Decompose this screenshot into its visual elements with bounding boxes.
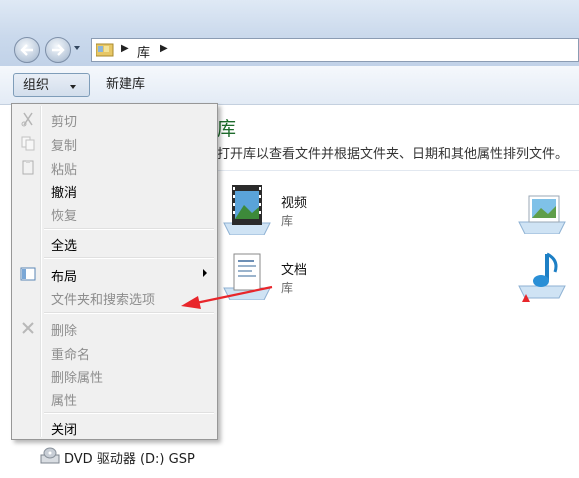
libraries-folder-icon bbox=[96, 43, 114, 57]
back-arrow-icon bbox=[20, 44, 33, 56]
menu-item-paste[interactable]: 粘贴 bbox=[14, 156, 215, 178]
pictures-library-icon bbox=[518, 195, 566, 234]
nav-item-dvd-drive[interactable]: DVD 驱动器 (D:) GSP bbox=[64, 448, 195, 467]
organize-menu: 剪切 复制 粘贴 撤消 恢复 全选 布局 文件夹和搜索选项 删除 重命名 删除属… bbox=[11, 103, 218, 440]
menu-item-rename[interactable]: 重命名 bbox=[14, 341, 215, 363]
organize-label: 组织 bbox=[23, 78, 50, 93]
music-library-icon bbox=[518, 252, 566, 302]
delete-x-icon bbox=[22, 322, 34, 334]
video-library-icon bbox=[223, 185, 271, 235]
menu-separator bbox=[44, 312, 214, 314]
window-title-bar: ▶ 库 ▶ bbox=[0, 0, 579, 66]
library-item-type: 库 bbox=[281, 281, 294, 295]
breadcrumb-arrow-icon[interactable]: ▶ bbox=[160, 43, 168, 54]
menu-item-label: 剪切 bbox=[51, 115, 78, 130]
menu-item-redo[interactable]: 恢复 bbox=[14, 202, 215, 224]
breadcrumb-libraries[interactable]: 库 bbox=[137, 42, 150, 61]
menu-item-label: 恢复 bbox=[51, 209, 78, 224]
recent-pages-dropdown[interactable] bbox=[74, 46, 80, 50]
menu-item-label: 复制 bbox=[51, 139, 78, 154]
forward-arrow-icon bbox=[52, 44, 65, 56]
new-library-button[interactable]: 新建库 bbox=[97, 73, 154, 97]
menu-item-label: 文件夹和搜索选项 bbox=[51, 293, 156, 308]
library-item-name: 视频 bbox=[281, 196, 308, 211]
menu-separator bbox=[44, 228, 214, 230]
menu-item-label: 删除 bbox=[51, 324, 78, 339]
library-item-type: 库 bbox=[281, 214, 294, 228]
menu-item-remove-properties[interactable]: 删除属性 bbox=[14, 364, 215, 386]
menu-item-label: 关闭 bbox=[51, 423, 78, 438]
menu-item-cut[interactable]: 剪切 bbox=[14, 108, 215, 130]
back-button[interactable] bbox=[14, 37, 40, 63]
menu-item-label: 撤消 bbox=[51, 186, 78, 201]
menu-item-label: 属性 bbox=[51, 394, 78, 409]
submenu-arrow-icon bbox=[203, 269, 207, 277]
menu-separator bbox=[44, 412, 214, 414]
menu-item-select-all[interactable]: 全选 bbox=[14, 232, 215, 254]
menu-item-delete[interactable]: 删除 bbox=[14, 317, 215, 339]
layout-icon bbox=[20, 267, 36, 281]
paste-icon bbox=[22, 160, 34, 175]
organize-button[interactable]: 组织 bbox=[13, 73, 90, 97]
menu-separator bbox=[44, 257, 214, 259]
scissors-icon bbox=[21, 112, 33, 127]
menu-item-label: 全选 bbox=[51, 239, 78, 254]
documents-library-icon bbox=[223, 253, 271, 300]
header-divider bbox=[217, 170, 579, 171]
menu-item-folder-search-options[interactable]: 文件夹和搜索选项 bbox=[14, 286, 215, 308]
menu-item-copy[interactable]: 复制 bbox=[14, 132, 215, 154]
menu-item-properties[interactable]: 属性 bbox=[14, 387, 215, 409]
address-bar[interactable]: ▶ 库 ▶ bbox=[91, 38, 579, 62]
copy-icon bbox=[21, 136, 35, 151]
library-item-name: 文档 bbox=[281, 263, 308, 278]
forward-button[interactable] bbox=[45, 37, 71, 63]
library-description: 打开库以查看文件并根据文件夹、日期和其他属性排列文件。 bbox=[217, 147, 569, 162]
menu-item-label: 粘贴 bbox=[51, 163, 78, 178]
menu-item-label: 删除属性 bbox=[51, 371, 104, 386]
menu-item-layout[interactable]: 布局 bbox=[14, 263, 215, 285]
menu-item-label: 布局 bbox=[51, 270, 78, 285]
menu-item-label: 重命名 bbox=[51, 348, 91, 363]
page-title: 库 bbox=[217, 118, 237, 140]
menu-item-close[interactable]: 关闭 bbox=[14, 416, 215, 438]
chevron-down-icon bbox=[70, 85, 76, 89]
dvd-drive-icon bbox=[40, 447, 60, 464]
menu-item-undo[interactable]: 撤消 bbox=[14, 179, 215, 201]
breadcrumb-arrow-icon[interactable]: ▶ bbox=[121, 43, 129, 54]
command-bar: 组织 新建库 bbox=[0, 66, 579, 105]
